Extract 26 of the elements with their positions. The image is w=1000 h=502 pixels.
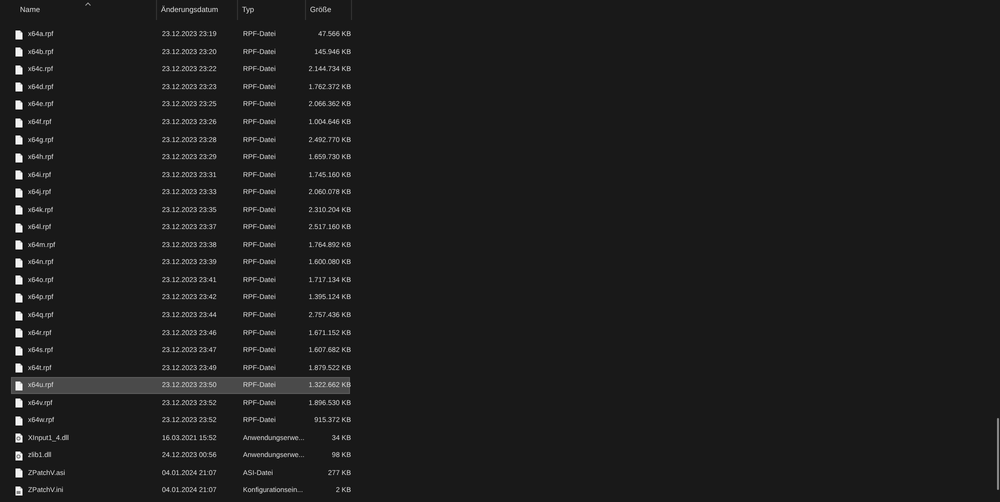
sort-caret-icon: [85, 2, 91, 6]
file-icon: [15, 363, 23, 374]
file-icon: [15, 380, 23, 391]
file-icon: [15, 328, 23, 338]
file-icon: [15, 258, 23, 268]
file-icon: [15, 275, 23, 286]
file-icon: [15, 118, 23, 128]
file-icon: [15, 82, 23, 92]
file-icon: [15, 188, 23, 198]
file-icon: [15, 64, 23, 75]
file-icon: [15, 292, 23, 303]
file-icon: [15, 205, 23, 216]
scrollbar-thumb[interactable]: [997, 418, 999, 490]
file-icon: [15, 310, 23, 321]
file-icon: [15, 170, 23, 180]
file-icon: [15, 30, 23, 40]
file-icon: [15, 47, 23, 58]
file-icon: [15, 100, 23, 110]
file-icon: [15, 222, 23, 233]
file-icon: [15, 468, 23, 478]
file-icon: [15, 152, 23, 163]
file-icon: [15, 135, 23, 146]
file-icon: [15, 398, 23, 408]
file-icon: [15, 346, 23, 356]
file-icon: [15, 240, 23, 250]
file-icon: [15, 416, 23, 426]
